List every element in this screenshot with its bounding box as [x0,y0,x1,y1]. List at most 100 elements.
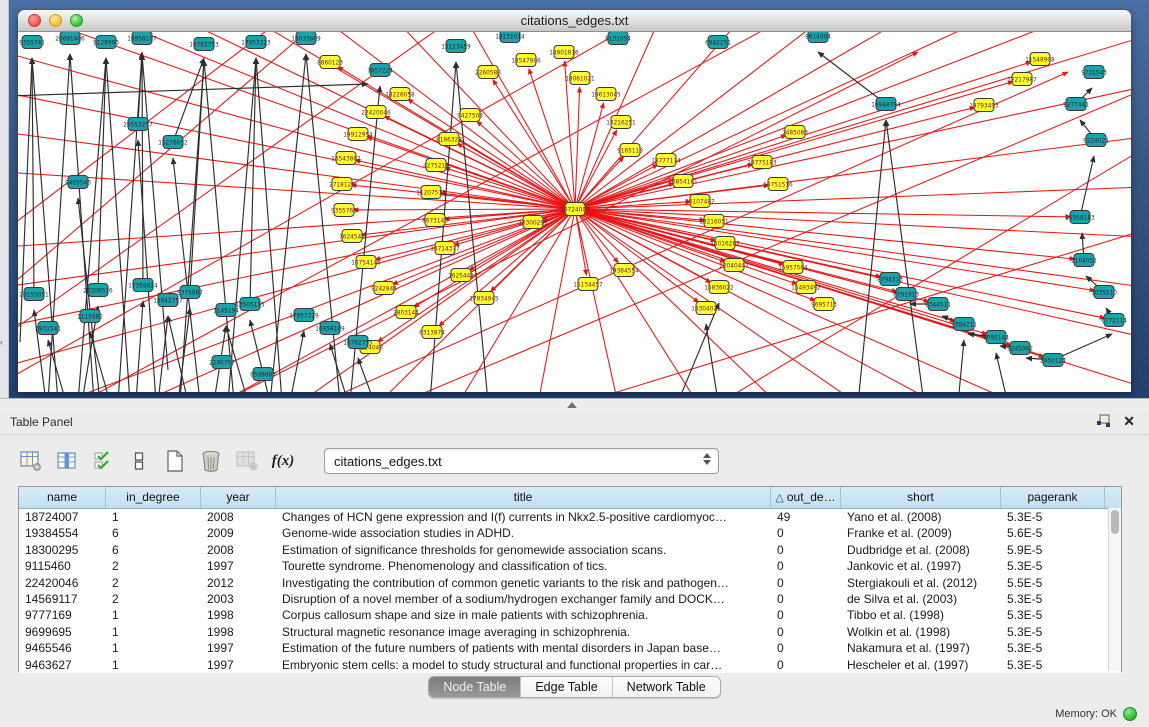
select-rows-button[interactable] [90,448,116,474]
tab-edge-table[interactable]: Edge Table [521,677,612,697]
network-node[interactable]: 6095144 [983,331,1009,344]
close-panel-icon[interactable]: ✕ [1123,414,1135,428]
network-node[interactable]: 6791913 [893,288,919,301]
table-row[interactable]: 1938455462009Genome-wide association stu… [19,525,1121,541]
network-node[interactable]: 13505115 [235,298,265,311]
network-view-window[interactable]: citations_edges.txt 18226058224200461991… [18,10,1131,392]
network-node[interactable]: 18061021 [565,72,595,85]
network-node[interactable]: 2260588 [475,66,501,79]
network-node[interactable]: 14901816 [549,46,579,59]
network-node[interactable]: 16782753 [189,38,219,51]
network-node[interactable]: 6942251 [705,36,731,49]
network-node[interactable]: 13216251 [606,116,636,129]
column-header-title[interactable]: title [276,487,771,508]
network-node[interactable]: 9224021 [1083,134,1109,147]
network-node[interactable]: 11548908 [1025,53,1055,66]
table-scrollbar-thumb[interactable] [1111,510,1119,534]
network-node[interactable]: 9242844 [371,282,397,295]
network-node[interactable]: 2280757 [209,356,235,369]
network-node[interactable]: 16948794 [871,98,901,111]
collapse-arrow-icon[interactable]: ‹ [0,338,3,347]
delete-table-button-disabled[interactable] [234,448,260,474]
row-height-button[interactable] [126,448,152,474]
network-node[interactable]: 16754146 [351,256,381,269]
network-node[interactable]: 9427508 [457,109,483,122]
new-table-button[interactable] [162,448,188,474]
column-header-pagerank[interactable]: pagerank [1001,487,1105,508]
table-row[interactable]: 977716911998Corpus callosum shape and si… [19,607,1121,623]
delete-rows-button[interactable] [198,448,224,474]
network-node[interactable]: 18131014 [495,32,525,43]
left-panel-collapsed-strip[interactable]: ‹ [0,0,9,398]
network-node[interactable]: 15123459 [441,40,471,53]
network-node[interactable]: 16958107 [127,32,157,45]
network-node[interactable]: 9695713 [811,298,837,311]
network-node[interactable]: 18226058 [385,88,415,101]
column-header-year[interactable]: year [201,487,276,508]
network-node[interactable]: 17957229 [289,309,319,322]
column-header-in-degree[interactable]: in_degree [106,487,201,508]
network-node[interactable]: 9165118 [617,144,643,157]
network-node[interactable]: 19912954 [343,128,373,141]
network-node[interactable]: 2718120 [329,178,355,191]
network-node[interactable]: 16958109 [315,322,345,335]
network-node[interactable]: 9375887 [177,286,203,299]
network-node[interactable]: 9355763 [331,204,357,217]
column-header-name[interactable]: name [19,487,106,508]
network-node[interactable]: 18304021 [691,302,721,315]
network-node[interactable]: 19384554 [609,264,639,277]
table-settings-button[interactable] [18,448,44,474]
network-node[interactable]: 17359924 [128,279,158,292]
network-node[interactable]: 2104051 [1071,254,1097,267]
table-row[interactable]: 946362711997Embryonic stem cells: a mode… [19,657,1121,673]
network-node[interactable]: 15958183 [1065,211,1095,224]
network-node[interactable]: 6772114 [1101,314,1127,327]
table-row[interactable]: 1872400712008Changes of HCN gene express… [19,509,1121,525]
table-row[interactable]: 969969511998Structural magnetic resonanc… [19,624,1121,640]
network-node[interactable]: 8860123 [317,56,343,69]
network-node[interactable]: 16543862 [331,152,361,165]
table-row[interactable]: 1830029562008Estimation of significance … [19,542,1121,558]
network-node[interactable]: 6313874 [419,326,445,339]
network-node[interactable]: 11207513 [416,186,446,199]
float-panel-icon[interactable] [1096,414,1111,428]
network-node[interactable]: 4275212 [423,159,449,172]
network-node[interactable]: 9465546 [65,176,91,189]
network-node[interactable]: 2450124 [1040,354,1066,367]
network-node[interactable]: 8186328 [436,133,462,146]
network-node[interactable]: 12217987 [1007,73,1037,86]
tab-node-table[interactable]: Node Table [429,677,521,697]
network-node[interactable]: 16854161 [668,175,698,188]
network-node[interactable]: 18777174 [651,154,681,167]
network-node[interactable]: 9277441 [1063,98,1089,111]
network-node[interactable]: 8673143 [422,214,448,227]
network-node[interactable]: 2803144 [393,306,419,319]
splitter-handle-icon[interactable] [567,402,577,408]
network-node[interactable]: 16033809 [291,32,321,45]
network-node[interactable]: 9355741 [19,36,45,49]
network-node[interactable]: 9731543 [1081,66,1107,79]
network-node[interactable]: 16016267 [710,237,740,250]
network-node[interactable]: 18751516 [763,178,793,191]
network-node[interactable]: 18547906 [511,54,541,67]
network-node[interactable]: 9384211 [951,318,977,331]
network-node[interactable]: 17834945 [469,292,499,305]
network-node[interactable]: 7625441 [448,269,474,282]
network-node[interactable]: 16714377 [430,242,460,255]
network-node[interactable]: 9245062 [1007,342,1033,355]
network-node[interactable]: 7485083 [782,126,808,139]
network-node[interactable]: 9129966 [93,36,119,49]
network-node[interactable]: 16107487 [685,195,715,208]
table-row[interactable]: 911546021997Tourette syndrome. Phenomeno… [19,558,1121,574]
network-node[interactable]: 7857224 [367,64,393,77]
network-node[interactable]: 8131054 [605,32,631,45]
network-node[interactable]: 7624541 [339,230,365,243]
network-canvas[interactable]: 1822605822420046199129541654386227181209… [18,32,1131,392]
table-scrollbar[interactable] [1108,508,1121,671]
network-node[interactable]: 3931541 [35,322,61,335]
table-selector-dropdown[interactable]: citations_edges.txt [324,448,719,474]
table-row[interactable]: 1456911722003Disruption of a novel membe… [19,591,1121,607]
tab-network-table[interactable]: Network Table [613,677,720,697]
table-row[interactable]: 946554611997Estimation of the future num… [19,640,1121,656]
network-node[interactable]: 19793493 [969,99,999,112]
